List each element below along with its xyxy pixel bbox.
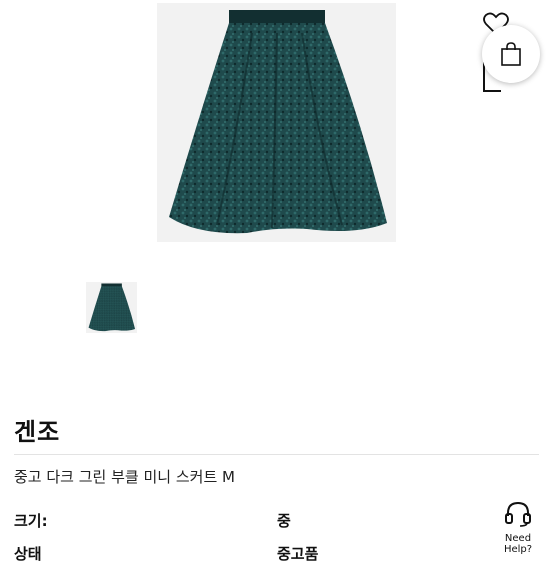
skirt-photo <box>169 10 387 234</box>
skirt-thumbnail <box>88 283 136 332</box>
product-thumbnail[interactable] <box>86 282 137 333</box>
spec-label-condition: 상태 <box>14 545 42 563</box>
spec-value-size: 중 <box>277 512 291 530</box>
product-title: 중고 다크 그린 부클 미니 스커트 M <box>14 468 235 486</box>
shopping-bag-icon <box>501 42 521 66</box>
headset-icon <box>505 501 531 527</box>
divider <box>14 454 539 455</box>
brand-name: 겐조 <box>14 418 61 446</box>
spec-label-size: 크기: <box>14 512 48 530</box>
spec-value-condition: 중고품 <box>277 545 319 563</box>
shopping-bag-button[interactable] <box>482 25 540 83</box>
need-help-label: Need Help? <box>503 533 533 555</box>
need-help-button[interactable]: Need Help? <box>496 500 540 555</box>
product-main-image[interactable] <box>157 3 396 242</box>
